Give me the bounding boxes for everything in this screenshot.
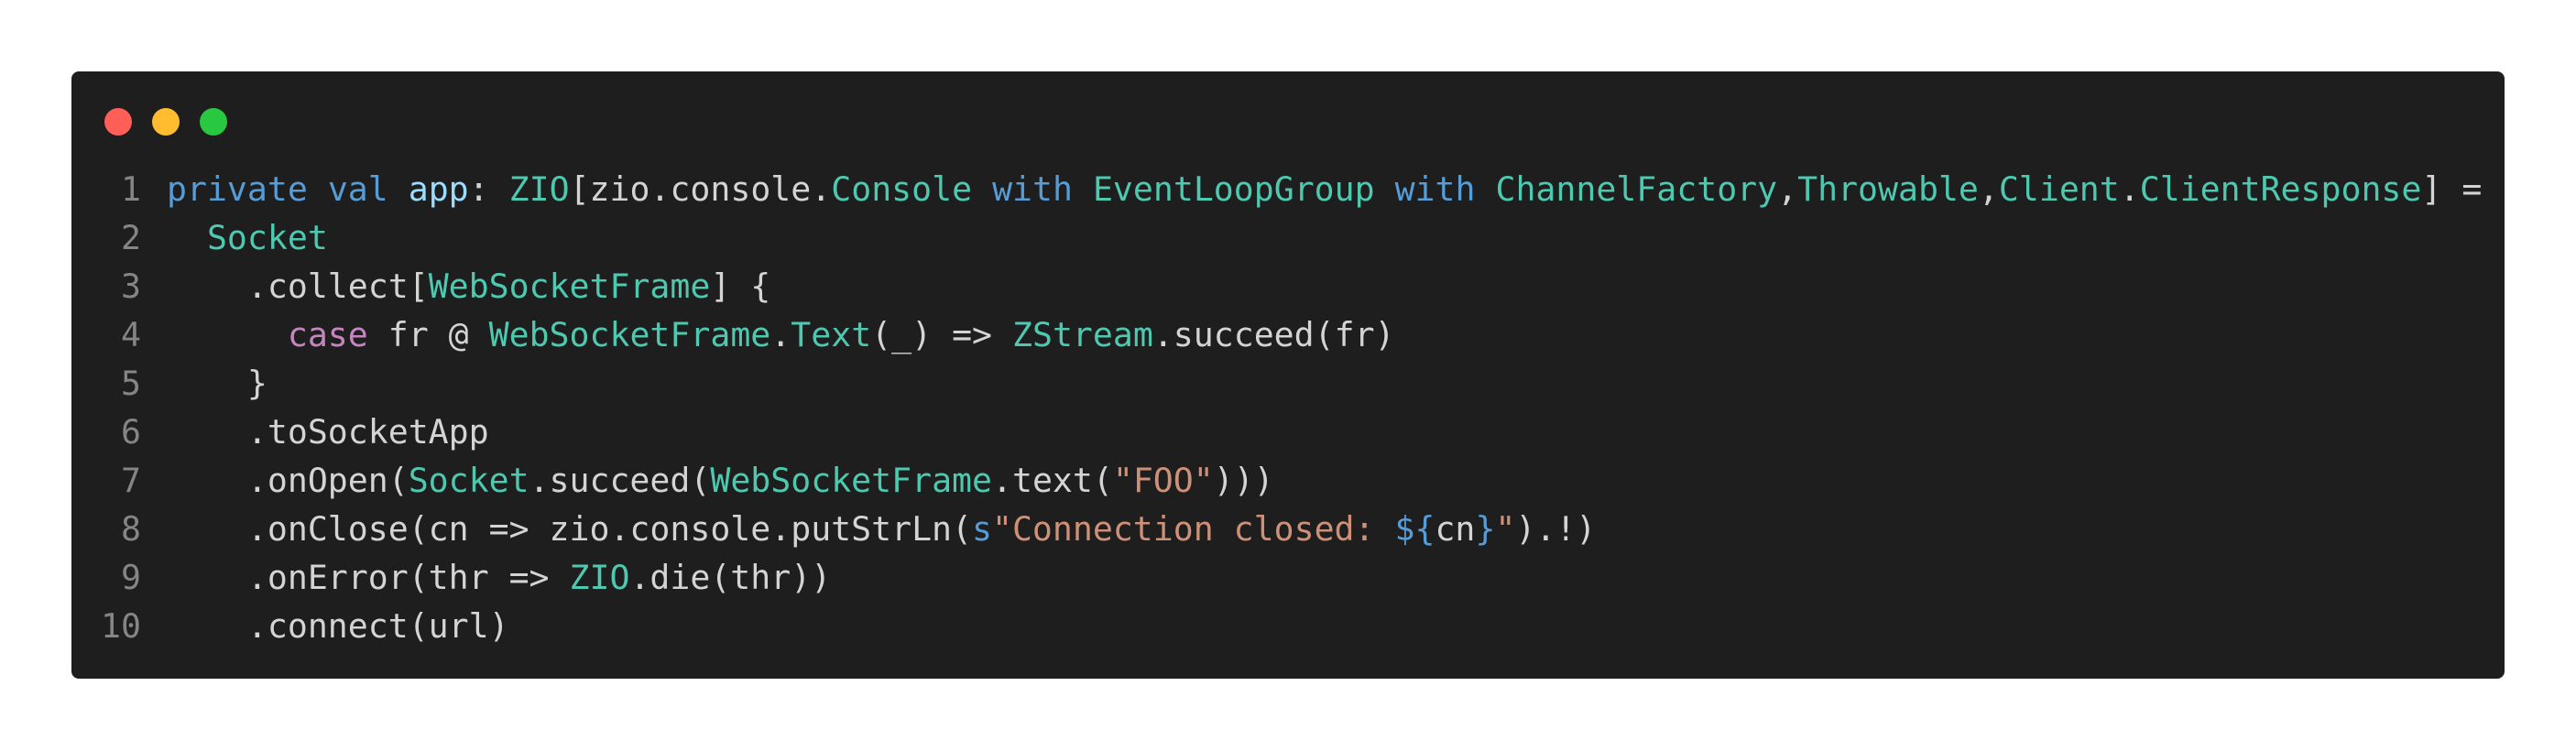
code-token: ZIO: [508, 169, 570, 209]
code-token: ZIO: [569, 558, 630, 597]
code-token: ,: [1978, 169, 1999, 209]
code-token: .: [2119, 169, 2140, 209]
code-token: "Connection closed:: [991, 509, 1395, 549]
code-token: .succeed(fr): [1152, 315, 1395, 354]
window-controls: [104, 108, 227, 136]
code-token: :: [468, 169, 509, 209]
code-token: EventLoopGroup: [1092, 169, 1375, 209]
code-line: 6 .toSocketApp: [71, 408, 2505, 456]
close-button[interactable]: [104, 108, 132, 136]
code-line: 2 Socket: [71, 213, 2505, 262]
line-number: 2: [121, 218, 141, 257]
line-source: .onError(thr => ZIO.die(thr)): [143, 553, 831, 602]
code-token: Socket: [408, 461, 529, 500]
code-token: ))): [1213, 461, 1294, 500]
code-token: }: [167, 364, 267, 403]
code-token: cn: [1435, 509, 1476, 549]
line-number: 1: [121, 169, 141, 209]
line-number: 6: [121, 412, 141, 452]
line-number: 4: [121, 315, 141, 354]
line-number: 3: [121, 267, 141, 306]
code-token: .: [770, 315, 791, 354]
code-token: WebSocketFrame: [710, 461, 992, 500]
code-token: app: [408, 169, 469, 209]
code-token: "FOO": [1112, 461, 1214, 500]
code-token: ] =: [2421, 169, 2483, 209]
code-token: WebSocketFrame: [488, 315, 771, 354]
line-number: 9: [121, 558, 141, 597]
line-source: .onOpen(Socket.succeed(WebSocketFrame.te…: [143, 456, 1294, 505]
line-source: Socket: [143, 213, 328, 262]
code-token: case: [287, 315, 368, 354]
code-token: Text: [791, 315, 872, 354]
line-number: 10: [101, 606, 141, 646]
code-token: Console: [831, 169, 973, 209]
code-token: .onOpen(: [167, 461, 409, 500]
code-token: WebSocketFrame: [428, 267, 711, 306]
code-token: fr @: [367, 315, 489, 354]
code-token: ": [1495, 509, 1516, 549]
line-source: .toSocketApp: [143, 408, 489, 456]
code-token: Socket: [206, 218, 328, 257]
zoom-button[interactable]: [200, 108, 227, 136]
code-line: 10 .connect(url): [71, 602, 2505, 650]
code-token: ,: [1777, 169, 1798, 209]
line-source: .connect(url): [143, 602, 509, 650]
minimize-button[interactable]: [152, 108, 180, 136]
code-token: .text(: [992, 461, 1113, 500]
code-line: 7 .onOpen(Socket.succeed(WebSocketFrame.…: [71, 456, 2505, 505]
line-number: 8: [121, 509, 141, 549]
code-line: 8 .onClose(cn => zio.console.putStrLn(s"…: [71, 505, 2505, 553]
code-token: .onClose(cn => zio.console.putStrLn(: [167, 509, 972, 549]
code-token: ).!): [1515, 509, 1597, 549]
code-token: private: [167, 169, 308, 209]
line-number: 7: [121, 461, 141, 500]
line-source: .onClose(cn => zio.console.putStrLn(s"Co…: [143, 505, 1596, 553]
code-token: (_) =>: [871, 315, 1012, 354]
code-token: .collect[: [167, 267, 429, 306]
code-line: 9 .onError(thr => ZIO.die(thr)): [71, 553, 2505, 602]
code-token: ZStream: [1012, 315, 1153, 354]
code-token: }: [1475, 509, 1496, 549]
code-token: .connect(url): [167, 606, 509, 646]
code-token: Throwable: [1797, 169, 1979, 209]
line-number: 5: [121, 364, 141, 403]
code-token: Client: [1998, 169, 2120, 209]
code-token: .succeed(: [529, 461, 711, 500]
code-window: 1 private val app: ZIO[zio.console.Consol…: [71, 71, 2505, 679]
line-source: case fr @ WebSocketFrame.Text(_) => ZStr…: [143, 310, 1395, 359]
code-token: ${: [1394, 509, 1435, 549]
code-token: with: [1394, 169, 1476, 209]
code-token: ] {: [710, 267, 771, 306]
code-line: 1 private val app: ZIO[zio.console.Consol…: [71, 165, 2505, 213]
code-token: with: [992, 169, 1073, 209]
code-line: 3 .collect[WebSocketFrame] {: [71, 262, 2505, 310]
code-line: 4 case fr @ WebSocketFrame.Text(_) => ZS…: [71, 310, 2505, 359]
line-source: }: [143, 359, 267, 408]
line-source: .collect[WebSocketFrame] {: [143, 262, 770, 310]
code-token: ChannelFactory: [1495, 169, 1778, 209]
code-token: .onError(thr =>: [167, 558, 570, 597]
code-token: [zio.console.: [569, 169, 832, 209]
code-line: 5 }: [71, 359, 2505, 408]
code-block: 1 private val app: ZIO[zio.console.Consol…: [71, 165, 2505, 650]
code-token: s: [972, 509, 992, 549]
code-token: ClientResponse: [2139, 169, 2422, 209]
code-token: val: [327, 169, 388, 209]
code-token: .toSocketApp: [167, 412, 489, 452]
code-token: .die(thr)): [629, 558, 832, 597]
line-source: private val app: ZIO[zio.console.Console…: [143, 165, 2482, 213]
